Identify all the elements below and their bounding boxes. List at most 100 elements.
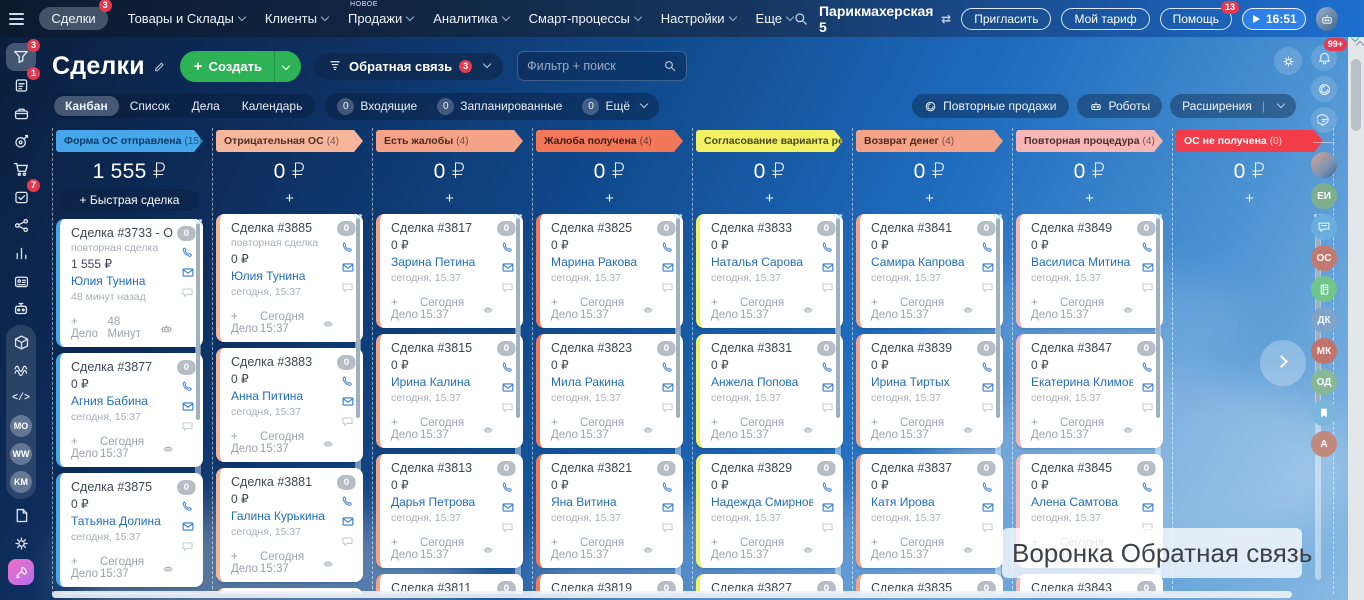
edit-title-icon[interactable]: [153, 60, 166, 73]
nav-more[interactable]: Еще: [756, 11, 795, 26]
deal-card[interactable]: Сделка #3823 0 0 ₽ Мила Ракина сегодня, …: [536, 334, 683, 448]
phone-icon[interactable]: [341, 375, 355, 388]
column-header[interactable]: Повторная процедура (4): [1016, 130, 1163, 152]
comment-icon[interactable]: [501, 281, 515, 294]
phone-icon[interactable]: [501, 481, 515, 494]
email-icon[interactable]: [661, 261, 675, 274]
add-activity-link[interactable]: + Дело: [711, 297, 740, 321]
phone-icon[interactable]: [821, 241, 835, 254]
add-activity-link[interactable]: + Дело: [551, 537, 580, 561]
deal-contact-link[interactable]: Татьяна Долина: [71, 514, 173, 528]
column-scrollbar[interactable]: [355, 216, 361, 580]
deal-contact-link[interactable]: Ирина Калина: [391, 375, 493, 389]
column-header[interactable]: Есть жалобы (4): [376, 130, 523, 152]
sidebar-item-flows-icon[interactable]: [6, 356, 36, 384]
rail-avatar-a[interactable]: А: [1311, 431, 1337, 457]
add-deal-button[interactable]: +: [1016, 187, 1163, 214]
comment-icon[interactable]: [981, 401, 995, 414]
deal-contact-link[interactable]: Анжела Попова: [711, 375, 813, 389]
switch-workspace-icon[interactable]: ⇄: [941, 12, 951, 26]
add-activity-link[interactable]: + Дело: [231, 311, 260, 335]
column-header[interactable]: Согласование варианта решения (4): [696, 130, 843, 152]
deal-contact-link[interactable]: Алена Самтова: [1031, 495, 1133, 509]
email-icon[interactable]: [181, 520, 195, 533]
horizontal-scrollbar[interactable]: [52, 591, 1292, 598]
phone-icon[interactable]: [981, 361, 995, 374]
sidebar-item-network-icon[interactable]: [6, 211, 36, 239]
deal-card[interactable]: Сделка #3837 0 0 ₽ Катя Ирова сегодня, 1…: [856, 454, 1003, 568]
column-scrollbar[interactable]: [1155, 216, 1161, 580]
column-scrollbar[interactable]: [835, 216, 841, 580]
add-deal-button[interactable]: +: [216, 187, 363, 214]
board-settings-gear-icon[interactable]: [1274, 47, 1302, 75]
rail-avatar-dk[interactable]: ДК: [1311, 307, 1337, 333]
sidebar-item-idcard-icon[interactable]: [6, 267, 36, 295]
phone-icon[interactable]: [981, 241, 995, 254]
deal-contact-link[interactable]: Зарина Петина: [391, 255, 493, 269]
deal-contact-link[interactable]: Василиса Митина: [1031, 255, 1133, 269]
column-scrollbar[interactable]: [675, 216, 681, 580]
counter-incoming[interactable]: 0 Входящие: [327, 95, 427, 118]
sidebar-item-code-icon[interactable]: </>: [6, 384, 36, 412]
tab-activities[interactable]: Дела: [181, 96, 231, 116]
scroll-up-icon[interactable]: [1355, 40, 1364, 50]
deal-card[interactable]: Сделка #3883 0 0 ₽ Анна Питина сегодня, …: [216, 348, 363, 462]
deal-contact-link[interactable]: Надежда Смирнова: [711, 495, 813, 509]
deal-contact-link[interactable]: Марина Ракова: [551, 255, 653, 269]
rail-notebook-icon[interactable]: [1311, 276, 1337, 302]
deal-card[interactable]: Сделка #3839 0 0 ₽ Ирина Тиртых сегодня,…: [856, 334, 1003, 448]
page-scrollbar[interactable]: [1348, 33, 1364, 600]
column-header[interactable]: Отрицательная ОС (4): [216, 130, 363, 152]
tab-kanban[interactable]: Канбан: [54, 96, 119, 116]
deal-contact-link[interactable]: Галина Курькина: [231, 509, 333, 523]
phone-icon[interactable]: [181, 380, 195, 393]
email-icon[interactable]: [661, 381, 675, 394]
email-icon[interactable]: [341, 515, 355, 528]
sidebar-item-box-icon[interactable]: [6, 328, 36, 356]
nav-products[interactable]: Товары и Склады: [128, 11, 247, 26]
column-header[interactable]: Возврат денег (4): [856, 130, 1003, 152]
filter-search-input[interactable]: [527, 59, 658, 73]
column-scrollbar[interactable]: [195, 221, 201, 580]
comment-icon[interactable]: [181, 420, 195, 433]
add-deal-button[interactable]: +: [536, 187, 683, 214]
comment-icon[interactable]: [341, 415, 355, 428]
column-scrollbar[interactable]: [515, 216, 521, 580]
rail-avatar-od[interactable]: ОД: [1311, 369, 1337, 395]
add-deal-button[interactable]: +: [376, 187, 523, 214]
create-dropdown-icon[interactable]: [274, 50, 301, 82]
deal-contact-link[interactable]: Катя Ирова: [871, 495, 973, 509]
deal-card[interactable]: Сделка #3831 0 0 ₽ Анжела Попова сегодня…: [696, 334, 843, 448]
add-activity-link[interactable]: + Дело: [391, 417, 420, 441]
notifications-bell-icon[interactable]: 99+: [1311, 38, 1347, 71]
column-header[interactable]: Форма ОС отправлена (15): [56, 130, 203, 152]
add-activity-link[interactable]: + Дело: [551, 417, 580, 441]
phone-icon[interactable]: [661, 481, 675, 494]
phone-icon[interactable]: [501, 241, 515, 254]
nav-sales[interactable]: НОВОЕ Продажи: [348, 1, 415, 26]
comment-icon[interactable]: [501, 521, 515, 534]
comment-icon[interactable]: [821, 521, 835, 534]
email-icon[interactable]: [1141, 261, 1155, 274]
rail-avatar-ei[interactable]: ЕИ: [1311, 183, 1337, 209]
phone-icon[interactable]: [821, 481, 835, 494]
repeat-sales-button[interactable]: Повторные продажи: [912, 94, 1069, 118]
nav-analytics[interactable]: Аналитика: [433, 11, 510, 26]
add-activity-link[interactable]: + Дело: [711, 417, 740, 441]
rail-avatar-os[interactable]: ОС: [1311, 245, 1337, 271]
sidebar-item-tasks[interactable]: 1: [6, 67, 40, 99]
add-activity-link[interactable]: + Дело: [391, 297, 420, 321]
phone-icon[interactable]: [341, 495, 355, 508]
comment-icon[interactable]: [341, 281, 355, 294]
scrollbar-thumb[interactable]: [1351, 59, 1361, 131]
email-icon[interactable]: [821, 501, 835, 514]
rail-bookmark-icon[interactable]: [1311, 400, 1337, 426]
nav-deals[interactable]: Сделки 3: [39, 0, 112, 30]
deal-card[interactable]: Сделка #3849 0 0 ₽ Василиса Митина сегод…: [1016, 214, 1163, 328]
deal-contact-link[interactable]: Екатерина Климова: [1031, 375, 1133, 389]
phone-icon[interactable]: [181, 500, 195, 513]
sidebar-item-mo[interactable]: MO: [10, 415, 32, 437]
email-icon[interactable]: [981, 381, 995, 394]
help-button[interactable]: Помощь 13: [1159, 0, 1239, 30]
deal-contact-link[interactable]: Агния Бабина: [71, 394, 173, 408]
